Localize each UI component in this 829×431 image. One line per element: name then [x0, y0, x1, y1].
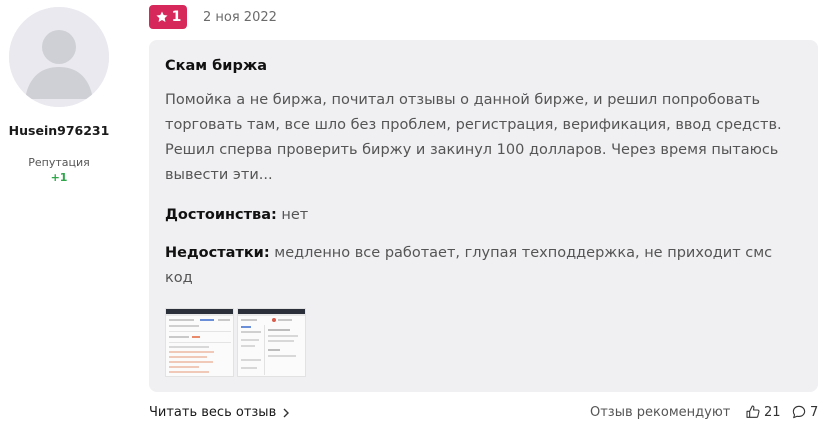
review-text: Помойка а не биржа, почитал отзывы о дан… [165, 92, 782, 183]
pros-row: Достоинства: нет [165, 203, 795, 228]
star-icon [156, 11, 168, 22]
read-full-review-label: Читать весь отзыв [149, 405, 277, 420]
reputation-value: +1 [50, 171, 68, 184]
screenshot-thumbnail[interactable] [237, 308, 306, 377]
comment-icon [792, 405, 806, 419]
read-full-review-link[interactable]: Читать весь отзыв [149, 405, 290, 420]
review-card: Скам биржа Помойка а не биржа, почитал о… [149, 40, 818, 392]
review-footer: Читать весь отзыв Отзыв рекомендуют 21 7 [149, 403, 818, 423]
likes-count: 21 [764, 404, 781, 420]
rating-badge: 1 [149, 5, 187, 29]
comments-button[interactable]: 7 [791, 404, 818, 420]
like-button[interactable]: 21 [745, 404, 781, 420]
screenshot-thumbnail[interactable] [165, 308, 234, 377]
review-title[interactable]: Скам биржа [165, 58, 795, 74]
default-user-avatar-icon[interactable] [9, 7, 109, 107]
reputation-label: Репутация [28, 156, 90, 169]
cons-label: Недостатки: [165, 245, 270, 261]
pros-value: нет [281, 207, 309, 223]
review-date: 2 ноя 2022 [203, 10, 277, 25]
author-name[interactable]: Husein976231 [0, 123, 118, 138]
pros-label: Достоинства: [165, 207, 277, 223]
cons-row: Недостатки: медленно все работает, глупа… [165, 241, 795, 291]
chevron-right-icon [283, 408, 290, 417]
attachments [165, 308, 306, 377]
rating-value: 1 [171, 9, 182, 25]
comments-count: 7 [810, 404, 819, 420]
thumbs-up-icon [746, 405, 760, 418]
recommend-label: Отзыв рекомендуют [590, 405, 731, 420]
